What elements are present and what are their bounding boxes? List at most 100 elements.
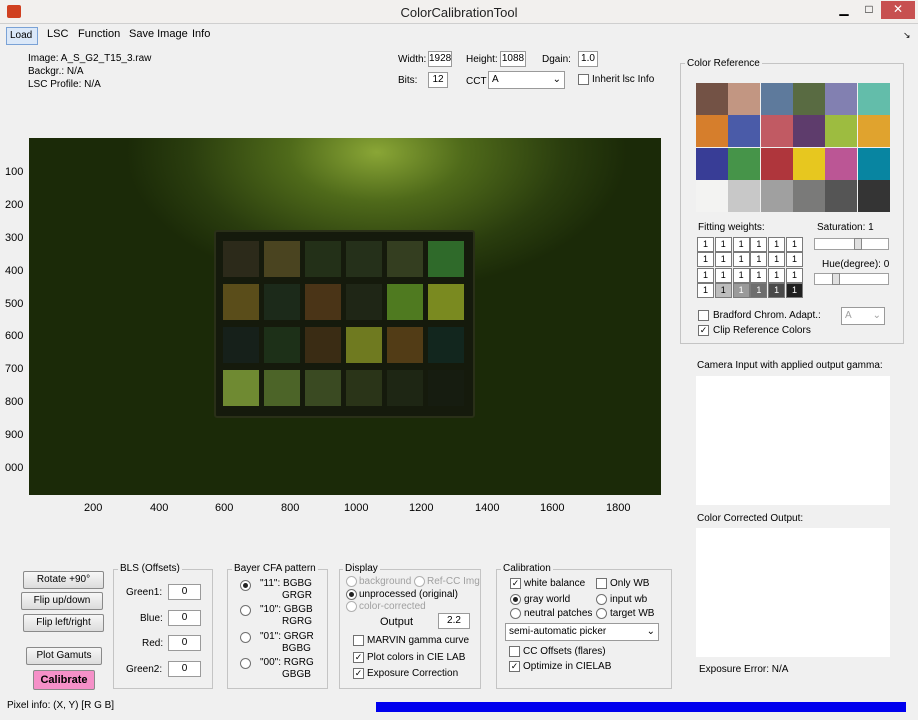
weight-cell[interactable]: 1 — [750, 267, 768, 283]
output-label: Output — [380, 616, 414, 628]
weight-cell[interactable]: 1 — [732, 252, 750, 268]
chart-patch — [223, 327, 259, 363]
flip-up-down-button[interactable]: Flip up/down — [21, 592, 103, 610]
weight-cell[interactable]: 1 — [732, 237, 750, 252]
bradford-label: Bradford Chrom. Adapt.: — [713, 310, 821, 321]
weight-cell[interactable]: 1 — [768, 237, 786, 252]
reference-swatch — [792, 115, 825, 148]
weight-cell[interactable]: 1 — [750, 283, 768, 299]
inherit-lsc-checkbox[interactable] — [578, 74, 589, 85]
optimize-cielab-checkbox[interactable]: ✓ — [509, 661, 520, 672]
green2-input[interactable]: 0 — [168, 661, 201, 677]
minimize-button[interactable]: ▁ — [831, 1, 857, 19]
weight-cell[interactable]: 1 — [786, 237, 803, 252]
reference-swatch — [792, 179, 825, 212]
bradford-checkbox[interactable] — [698, 310, 709, 321]
weight-cell[interactable]: 1 — [714, 283, 732, 299]
bits-input[interactable]: 12 — [428, 72, 448, 88]
close-button[interactable]: ✕ — [881, 1, 915, 19]
chevron-down-icon: ⌄ — [646, 626, 655, 637]
rotate-button[interactable]: Rotate +90° — [23, 571, 104, 589]
weight-cell[interactable]: 1 — [768, 283, 786, 299]
color-corrected-radio[interactable] — [346, 601, 357, 612]
weight-cell[interactable]: 1 — [750, 252, 768, 268]
hue-thumb[interactable] — [832, 273, 840, 285]
weight-cell[interactable]: 1 — [768, 267, 786, 283]
dgain-input[interactable]: 1.0 — [578, 51, 598, 67]
chevron-down-icon: ⌄ — [552, 74, 561, 85]
y-tick: 800 — [5, 396, 24, 408]
weight-cell[interactable]: 1 — [750, 237, 768, 252]
background-radio[interactable] — [346, 576, 357, 587]
weight-cell[interactable]: 1 — [768, 252, 786, 268]
fitting-weights-grid: 111111111111111111111111 — [697, 237, 803, 299]
chart-patch — [346, 241, 382, 277]
saturation-thumb[interactable] — [854, 238, 862, 250]
chart-patch — [346, 284, 382, 320]
maximize-button[interactable]: □ — [857, 1, 881, 19]
marvin-checkbox[interactable] — [353, 635, 364, 646]
input-wb-radio[interactable] — [596, 594, 607, 605]
red-input[interactable]: 0 — [168, 635, 201, 651]
reference-swatch — [728, 83, 761, 115]
fitting-weights-label: Fitting weights: — [698, 222, 765, 233]
neutral-patches-radio[interactable] — [510, 608, 521, 619]
weight-cell[interactable]: 1 — [714, 237, 732, 252]
width-input[interactable]: 1928 — [428, 51, 452, 67]
y-tick: 100 — [5, 166, 24, 178]
bayer-00-radio[interactable] — [240, 658, 251, 669]
menu-load[interactable]: Load — [6, 27, 39, 45]
menu-save-image[interactable]: Save Image — [124, 27, 193, 44]
ref-cc-img-radio[interactable] — [414, 576, 425, 587]
weight-cell[interactable]: 1 — [732, 267, 750, 283]
target-wb-radio[interactable] — [596, 608, 607, 619]
weight-cell[interactable]: 1 — [697, 237, 714, 252]
target-wb-label: target WB — [610, 608, 655, 619]
weight-cell[interactable]: 1 — [697, 267, 714, 283]
weight-cell[interactable]: 1 — [786, 283, 803, 299]
weight-cell[interactable]: 1 — [786, 267, 803, 283]
bayer-10-radio[interactable] — [240, 605, 251, 616]
height-input[interactable]: 1088 — [500, 51, 526, 67]
calibrate-button[interactable]: Calibrate — [33, 670, 95, 690]
weight-cell[interactable]: 1 — [714, 252, 732, 268]
saturation-slider[interactable] — [814, 238, 889, 250]
reference-swatch — [696, 179, 728, 212]
toolbar-arrow-icon[interactable]: ↘ — [903, 30, 911, 41]
unprocessed-radio[interactable] — [346, 589, 357, 600]
white-balance-checkbox[interactable]: ✓ — [510, 578, 521, 589]
weight-cell[interactable]: 1 — [786, 252, 803, 268]
green1-input[interactable]: 0 — [168, 584, 201, 600]
weight-cell[interactable]: 1 — [697, 283, 714, 299]
cc-offsets-checkbox[interactable] — [509, 646, 520, 657]
exposure-checkbox[interactable]: ✓ — [353, 668, 364, 679]
weight-cell[interactable]: 1 — [732, 283, 750, 299]
menu-function[interactable]: Function — [73, 27, 125, 44]
x-tick: 600 — [215, 502, 234, 514]
hue-slider[interactable] — [814, 273, 889, 285]
picker-select[interactable]: semi-automatic picker ⌄ — [505, 623, 659, 641]
bayer-01-radio[interactable] — [240, 632, 251, 643]
hue-label: Hue(degree): 0 — [822, 259, 890, 270]
cielab-checkbox[interactable]: ✓ — [353, 652, 364, 663]
only-wb-checkbox[interactable] — [596, 578, 607, 589]
bradford-select[interactable]: A ⌄ — [841, 307, 885, 325]
blue-input[interactable]: 0 — [168, 610, 201, 626]
clip-reference-checkbox[interactable]: ✓ — [698, 325, 709, 336]
cct-select[interactable]: A ⌄ — [488, 71, 565, 89]
bayer-11-label: "11": BGBG GRGR — [260, 578, 312, 602]
reference-swatch — [792, 147, 825, 180]
background-label: background — [359, 576, 412, 587]
output-gamma-input[interactable]: 2.2 — [438, 613, 470, 629]
saturation-label: Saturation: 1 — [817, 222, 874, 233]
flip-left-right-button[interactable]: Flip left/right — [23, 614, 104, 632]
plot-gamuts-button[interactable]: Plot Gamuts — [26, 647, 102, 665]
weight-cell[interactable]: 1 — [714, 267, 732, 283]
cielab-label: Plot colors in CIE LAB — [367, 652, 466, 663]
menu-lsc[interactable]: LSC — [42, 27, 73, 44]
gray-world-radio[interactable] — [510, 594, 521, 605]
menu-info[interactable]: Info — [187, 27, 215, 44]
chart-patch — [387, 370, 423, 406]
weight-cell[interactable]: 1 — [697, 252, 714, 268]
bayer-11-radio[interactable] — [240, 580, 251, 591]
